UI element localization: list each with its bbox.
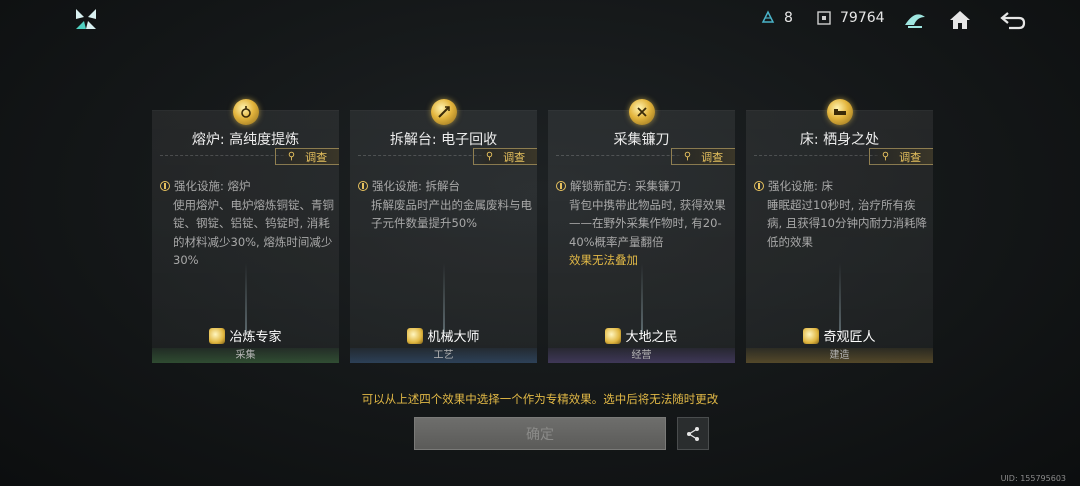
- light-beam: [640, 263, 643, 333]
- resource-1-value: 8: [784, 10, 793, 26]
- card-furnace[interactable]: 熔炉: 高纯度提炼 ⚲ 调查 强化设施: 熔炉 使用熔炉、电炉熔炼铜锭、青铜锭、…: [152, 99, 339, 363]
- effect-head: 强化设施: 床: [768, 179, 834, 193]
- crystal-icon: [761, 10, 775, 23]
- card-description: 解锁新配方: 采集镰刀 背包中携带此物品时, 获得效果——在野外采集作物时, 有…: [556, 177, 732, 270]
- category-label: 工艺: [350, 348, 537, 363]
- investigate-label: 调查: [899, 150, 922, 164]
- top-bar: 8 79764: [0, 0, 1080, 40]
- chip-icon: [817, 11, 831, 25]
- resource-2-value: 79764: [840, 10, 885, 26]
- specialization-cards: 熔炉: 高纯度提炼 ⚲ 调查 强化设施: 熔炉 使用熔炉、电炉熔炼铜锭、青铜锭、…: [152, 95, 933, 367]
- info-icon: [358, 181, 368, 192]
- furnace-medal-icon: [233, 99, 259, 125]
- light-beam: [838, 263, 841, 333]
- investigate-button[interactable]: ⚲ 调查: [671, 148, 735, 165]
- smelting-badge-icon: [209, 327, 226, 344]
- effect-head: 强化设施: 拆解台: [372, 179, 461, 193]
- share-button[interactable]: [677, 417, 709, 450]
- card-description: 强化设施: 熔炉 使用熔炉、电炉熔炼铜锭、青铜锭、钢锭、铝锭、钨锭时, 消耗的材…: [160, 177, 336, 270]
- builder-badge-icon: [803, 327, 820, 344]
- category-label: 建造: [746, 348, 933, 363]
- effect-warning: 效果无法叠加: [569, 253, 638, 267]
- search-icon: ⚲: [287, 151, 296, 162]
- share-icon: [687, 426, 699, 441]
- card-bed[interactable]: 床: 栖身之处 ⚲ 调查 强化设施: 床 睡眠超过10秒时, 治疗所有疾病, 且…: [746, 99, 933, 363]
- skill-badge: 冶炼专家: [152, 326, 339, 345]
- effect-body: 拆解废品时产出的金属废料与电子元件数量提升50%: [371, 197, 532, 231]
- effect-body: 睡眠超过10秒时, 治疗所有疾病, 且获得10分钟内耐力消耗降低的效果: [767, 197, 927, 249]
- mechanic-badge-icon: [407, 327, 424, 344]
- effect-head: 强化设施: 熔炉: [174, 179, 251, 193]
- selection-notice: 可以从上述四个效果中选择一个作为专精效果。选中后将无法随时更改: [361, 392, 719, 406]
- badge-label: 冶炼专家: [229, 330, 282, 345]
- info-icon: [160, 181, 170, 192]
- investigate-label: 调查: [305, 150, 328, 164]
- search-icon: ⚲: [881, 151, 890, 162]
- badge-label: 机械大师: [427, 330, 480, 345]
- card-sickle[interactable]: 采集镰刀 ⚲ 调查 解锁新配方: 采集镰刀 背包中携带此物品时, 获得效果——在…: [548, 99, 735, 363]
- bed-medal-icon: [827, 99, 853, 125]
- game-logo-icon: [76, 9, 96, 29]
- investigate-label: 调查: [701, 150, 724, 164]
- faction-emblem-icon[interactable]: [902, 7, 928, 33]
- info-icon: [556, 181, 566, 192]
- category-label: 采集: [152, 348, 339, 363]
- skill-badge: 奇观匠人: [746, 326, 933, 345]
- card-description: 强化设施: 拆解台 拆解废品时产出的金属废料与电子元件数量提升50%: [358, 177, 534, 233]
- card-title: 采集镰刀: [613, 132, 670, 148]
- light-beam: [442, 263, 445, 333]
- confirm-button[interactable]: 确定: [414, 417, 666, 450]
- skill-badge: 大地之民: [548, 326, 735, 345]
- badge-label: 奇观匠人: [823, 330, 876, 345]
- skill-badge: 机械大师: [350, 326, 537, 345]
- search-icon: ⚲: [485, 151, 494, 162]
- card-description: 强化设施: 床 睡眠超过10秒时, 治疗所有疾病, 且获得10分钟内耐力消耗降低…: [754, 177, 930, 251]
- badge-label: 大地之民: [625, 330, 678, 345]
- card-title: 拆解台: 电子回收: [389, 132, 498, 148]
- category-label: 经营: [548, 348, 735, 363]
- light-beam: [244, 263, 247, 333]
- farmer-badge-icon: [605, 327, 622, 344]
- back-icon[interactable]: [999, 7, 1027, 33]
- effect-body: 使用熔炉、电炉熔炼铜锭、青铜锭、钢锭、铝锭、钨锭时, 消耗的材料减少30%, 熔…: [173, 197, 334, 268]
- investigate-button[interactable]: ⚲ 调查: [275, 148, 339, 165]
- investigate-button[interactable]: ⚲ 调查: [869, 148, 933, 165]
- resource-counter-1: 8: [760, 10, 793, 26]
- investigate-button[interactable]: ⚲ 调查: [473, 148, 537, 165]
- card-title: 熔炉: 高纯度提炼: [191, 132, 300, 148]
- card-title: 床: 栖身之处: [799, 132, 880, 148]
- card-dismantle[interactable]: 拆解台: 电子回收 ⚲ 调查 强化设施: 拆解台 拆解废品时产出的金属废料与电子…: [350, 99, 537, 363]
- sickle-medal-icon: [629, 99, 655, 125]
- search-icon: ⚲: [683, 151, 692, 162]
- info-icon: [754, 181, 764, 192]
- user-id: UID: 155795603: [1000, 474, 1066, 483]
- dismantle-medal-icon: [431, 99, 457, 125]
- effect-body: 背包中携带此物品时, 获得效果——在野外采集作物时, 有20-40%概率产量翻倍: [569, 197, 726, 249]
- resource-counter-2: 79764: [816, 10, 885, 26]
- home-icon[interactable]: [947, 7, 973, 33]
- effect-head: 解锁新配方: 采集镰刀: [570, 179, 682, 193]
- investigate-label: 调查: [503, 150, 526, 164]
